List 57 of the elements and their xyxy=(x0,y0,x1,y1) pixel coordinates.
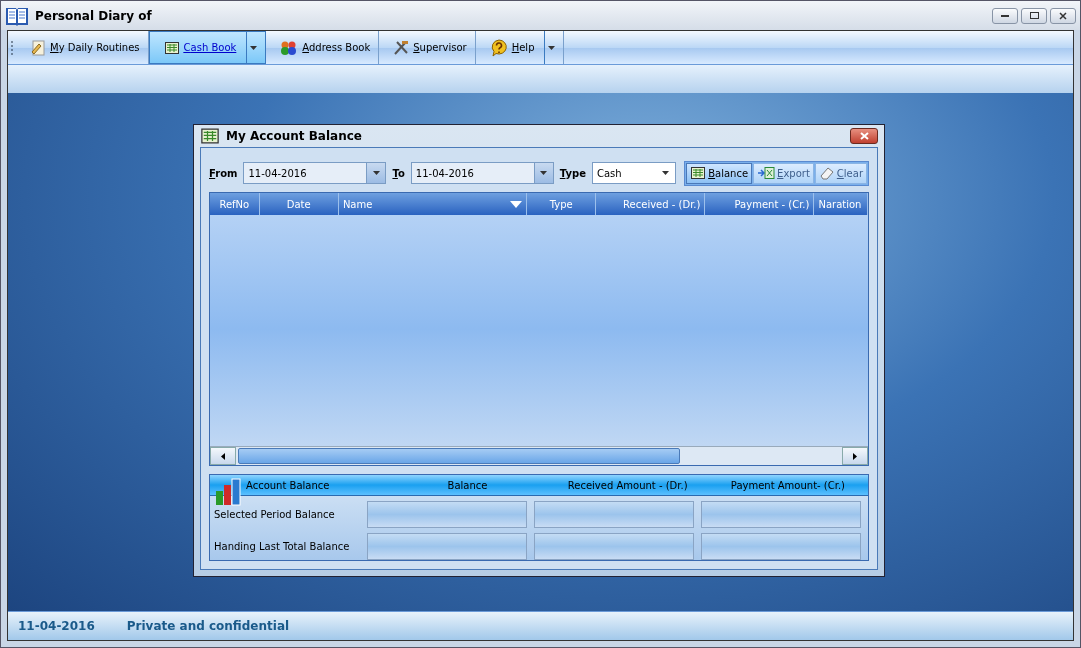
menu-item[interactable]: Supervisor xyxy=(379,31,476,64)
summary-header: Payment Amount- (Cr.) xyxy=(729,479,846,491)
eraser-icon xyxy=(818,166,835,180)
column-header[interactable]: Naration xyxy=(814,193,868,215)
bar-chart-icon xyxy=(214,477,244,507)
note-icon xyxy=(30,39,46,56)
summary-header: Balance xyxy=(446,479,489,491)
column-header[interactable]: Name xyxy=(338,193,528,215)
type-label: Type xyxy=(559,167,586,179)
restore-icon xyxy=(1029,12,1039,19)
menu-item[interactable]: Address Book xyxy=(266,31,380,64)
to-label: To xyxy=(392,167,405,179)
caret-icon xyxy=(250,45,258,50)
tools-icon xyxy=(393,39,410,56)
menu-item[interactable]: Help xyxy=(475,31,565,64)
status-date: 11-04-2016 xyxy=(18,619,95,633)
row-label: Selected Period Balance xyxy=(214,509,336,520)
row-label: Handing Last Total Balance xyxy=(214,541,351,552)
close-icon xyxy=(1059,11,1067,20)
restore-button[interactable] xyxy=(1021,7,1047,24)
dropdown-button[interactable] xyxy=(246,32,258,63)
caret-icon xyxy=(548,45,556,50)
dialog-title: My Account Balance xyxy=(226,129,362,143)
scroll-right-icon xyxy=(853,452,857,460)
toolbar-button[interactable]: Balance xyxy=(686,162,753,184)
dropdown-button[interactable] xyxy=(544,31,556,64)
close-button[interactable] xyxy=(850,128,878,144)
summary-header: Account Balance xyxy=(245,479,331,491)
close-button[interactable] xyxy=(1050,7,1076,24)
ledger-icon xyxy=(200,126,220,146)
column-header[interactable]: Payment - (Cr.) xyxy=(705,193,815,215)
ledger-icon xyxy=(690,165,707,181)
column-header[interactable]: Received - (Dr.) xyxy=(596,193,706,215)
caret-icon xyxy=(540,171,548,175)
scroll-left-icon xyxy=(221,452,225,460)
summary-header: Received Amount - (Dr.) xyxy=(566,479,689,491)
people-icon xyxy=(280,39,299,56)
close-icon xyxy=(859,132,869,140)
type-dropdown[interactable]: Cash xyxy=(591,162,676,184)
status-text: Private and confidential xyxy=(126,619,290,633)
column-header[interactable]: Type xyxy=(527,193,597,215)
to-date-field[interactable]: 11-04-2016 xyxy=(410,162,554,184)
minimize-icon xyxy=(1001,14,1009,17)
minimize-button[interactable] xyxy=(992,7,1018,24)
caret-icon xyxy=(372,171,380,175)
column-header[interactable]: Date xyxy=(259,193,339,215)
ledger-icon xyxy=(163,39,180,56)
from-date-field[interactable]: 11-04-2016 xyxy=(243,162,387,184)
from-label: From xyxy=(209,167,238,179)
menu-item[interactable]: Cash Book xyxy=(148,31,267,64)
menu-item[interactable]: My Daily Routines xyxy=(16,31,149,64)
column-header[interactable]: RefNo xyxy=(210,193,260,215)
help-icon xyxy=(489,38,508,57)
caret-icon xyxy=(662,171,670,175)
spreadsheet-icon xyxy=(757,166,776,180)
window-title: Personal Diary of xyxy=(35,8,152,23)
horizontal-scrollbar[interactable] xyxy=(210,446,868,465)
